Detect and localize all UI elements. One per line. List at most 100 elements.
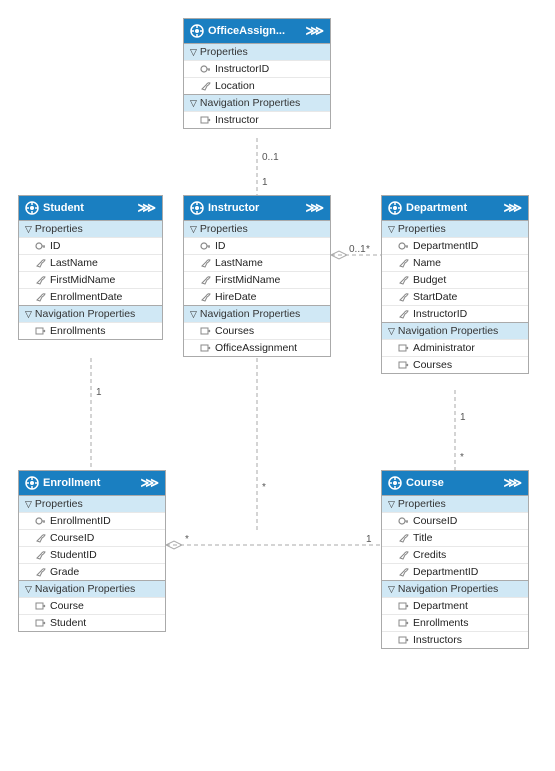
svg-text:*: * [262, 482, 266, 493]
entity-department-name: Department [406, 202, 467, 214]
property-row: Title [382, 529, 528, 546]
entity-icon [25, 201, 39, 215]
wrench-icon [35, 567, 46, 577]
wrench-icon [398, 567, 409, 577]
wrench-icon [200, 81, 211, 91]
expand-icon[interactable]: ⋙ [504, 475, 523, 491]
entity-officeassignment-header[interactable]: OfficeAssign... ⋙ [184, 19, 330, 43]
nav-property-row: Courses [184, 322, 330, 339]
entity-course-name: Course [406, 477, 444, 489]
svg-text:1: 1 [460, 412, 466, 423]
wrench-icon [35, 275, 46, 285]
entity-student-name: Student [43, 202, 84, 214]
key-icon [200, 64, 211, 74]
wrench-icon [35, 292, 46, 302]
nav-property-row: Courses [382, 356, 528, 373]
entity-department: Department ⋙ ▽ Properties DepartmentID N… [381, 195, 529, 374]
nav-icon [200, 326, 211, 336]
nav-property-row: Enrollments [19, 322, 162, 339]
property-row: Grade [19, 563, 165, 580]
property-row: HireDate [184, 288, 330, 305]
entity-officeassignment: OfficeAssign... ⋙ ▽ Properties Instructo… [183, 18, 331, 129]
property-row: LastName [184, 254, 330, 271]
wrench-icon [35, 550, 46, 560]
nav-icon [398, 601, 409, 611]
property-row: StartDate [382, 288, 528, 305]
entity-enrollment-header[interactable]: Enrollment ⋙ [19, 471, 165, 495]
nav-property-row: Student [19, 614, 165, 631]
entity-instructor: Instructor ⋙ ▽ Properties ID LastName [183, 195, 331, 357]
wrench-icon [398, 275, 409, 285]
nav-icon [35, 618, 46, 628]
properties-section-header[interactable]: ▽ Properties [184, 43, 330, 60]
properties-section-header[interactable]: ▽ Properties [19, 495, 165, 512]
wrench-icon [398, 292, 409, 302]
nav-property-row: Department [382, 597, 528, 614]
key-icon [200, 241, 211, 251]
svg-text:*: * [185, 534, 189, 545]
svg-text:0..1: 0..1 [349, 244, 366, 255]
entity-course-header[interactable]: Course ⋙ [382, 471, 528, 495]
wrench-icon [200, 292, 211, 302]
wrench-icon [35, 258, 46, 268]
entity-student-header[interactable]: Student ⋙ [19, 196, 162, 220]
property-row: ID [184, 237, 330, 254]
expand-icon[interactable]: ⋙ [141, 475, 160, 491]
entity-instructor-name: Instructor [208, 202, 259, 214]
entity-icon [388, 201, 402, 215]
property-row: Credits [382, 546, 528, 563]
expand-icon[interactable]: ⋙ [504, 200, 523, 216]
key-icon [35, 516, 46, 526]
entity-student: Student ⋙ ▽ Properties ID LastName [18, 195, 163, 340]
nav-properties-section-header[interactable]: ▽ Navigation Properties [382, 580, 528, 597]
nav-properties-section-header[interactable]: ▽ Navigation Properties [19, 305, 162, 322]
entity-enrollment-name: Enrollment [43, 477, 100, 489]
property-row: Location [184, 77, 330, 94]
nav-icon [200, 115, 211, 125]
property-row: Budget [382, 271, 528, 288]
nav-icon [398, 360, 409, 370]
property-row: FirstMidName [184, 271, 330, 288]
expand-icon[interactable]: ⋙ [306, 200, 325, 216]
key-icon [398, 241, 409, 251]
svg-text:1: 1 [262, 177, 268, 188]
entity-department-header[interactable]: Department ⋙ [382, 196, 528, 220]
entity-icon [190, 24, 204, 38]
svg-text:0..1: 0..1 [262, 152, 279, 163]
nav-property-row: Enrollments [382, 614, 528, 631]
svg-text:*: * [460, 452, 464, 463]
properties-section-header[interactable]: ▽ Properties [19, 220, 162, 237]
expand-icon[interactable]: ⋙ [138, 200, 157, 216]
property-row: DepartmentID [382, 237, 528, 254]
diagram-canvas: 0..1 1 0..1 * 1 * 1 * * 1 [0, 0, 555, 771]
wrench-icon [398, 550, 409, 560]
properties-section-header[interactable]: ▽ Properties [382, 495, 528, 512]
nav-icon [398, 635, 409, 645]
entity-officeassignment-name: OfficeAssign... [208, 25, 285, 37]
nav-properties-section-header[interactable]: ▽ Navigation Properties [184, 305, 330, 322]
nav-properties-section-header[interactable]: ▽ Navigation Properties [184, 94, 330, 111]
wrench-icon [398, 309, 409, 319]
wrench-icon [200, 258, 211, 268]
nav-icon [398, 343, 409, 353]
expand-icon[interactable]: ⋙ [306, 23, 325, 39]
property-row: LastName [19, 254, 162, 271]
entity-icon [25, 476, 39, 490]
nav-icon [398, 618, 409, 628]
properties-section-header[interactable]: ▽ Properties [382, 220, 528, 237]
wrench-icon [398, 258, 409, 268]
nav-icon [35, 601, 46, 611]
wrench-icon [35, 533, 46, 543]
property-row: InstructorID [184, 60, 330, 77]
nav-properties-section-header[interactable]: ▽ Navigation Properties [382, 322, 528, 339]
nav-properties-section-header[interactable]: ▽ Navigation Properties [19, 580, 165, 597]
property-row: EnrollmentDate [19, 288, 162, 305]
svg-text:1: 1 [366, 534, 372, 545]
entity-icon [190, 201, 204, 215]
nav-property-row: Course [19, 597, 165, 614]
properties-section-header[interactable]: ▽ Properties [184, 220, 330, 237]
property-row: DepartmentID [382, 563, 528, 580]
entity-instructor-header[interactable]: Instructor ⋙ [184, 196, 330, 220]
wrench-icon [398, 533, 409, 543]
svg-text:*: * [366, 244, 370, 255]
